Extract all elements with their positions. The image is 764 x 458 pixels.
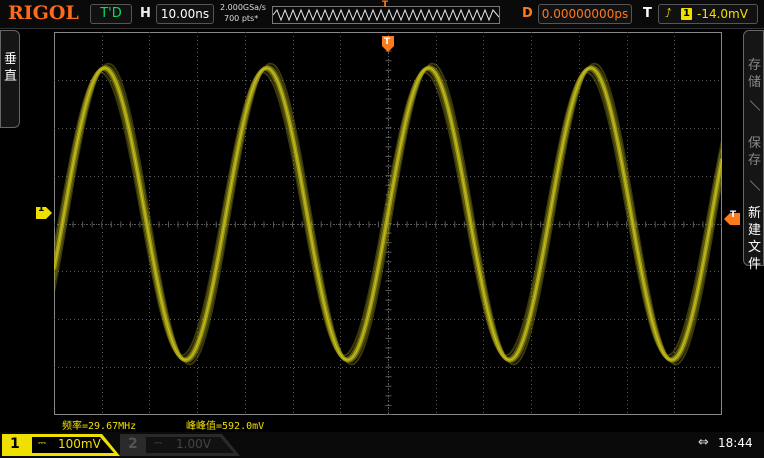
frequency-measurement: 频率=29.67MHz	[62, 421, 137, 432]
dc-coupling-icon: ⎓	[154, 438, 162, 449]
waveform-grid-svg	[52, 31, 724, 416]
softkey-menu: 存储 保存 新建文件	[743, 30, 764, 272]
rigol-logo: RIGOL	[8, 2, 79, 24]
usb-icon: ⇔	[698, 435, 709, 450]
horizontal-label: H	[140, 6, 151, 21]
run-state-indicator[interactable]: T'D	[90, 4, 132, 24]
channel1-offset-marker[interactable]: 1	[36, 204, 52, 219]
channel2-scale: 1.00V	[176, 437, 211, 451]
softkey-new-file[interactable]: 新建文件	[747, 205, 762, 273]
trigger-right-label: T	[730, 210, 737, 220]
trigger-source-badge: 1	[681, 8, 692, 20]
rising-edge-icon: ⭜	[665, 6, 672, 20]
channel2-tab[interactable]: 2 ⎓ 1.00V	[120, 434, 240, 456]
softkey-divider	[749, 180, 761, 191]
channel1-marker-label: 1	[38, 204, 45, 214]
overview-trigger-marker: T	[382, 0, 389, 10]
channel2-number: 2	[128, 436, 138, 452]
channel1-tab[interactable]: 1 ⎓ 100mV	[2, 434, 120, 456]
sample-rate: 2.000GSa/s	[220, 3, 266, 12]
channel1-number: 1	[10, 436, 20, 452]
status-bar: RIGOL T'D H 10.00ns 2.000GSa/s 700 pts* …	[0, 0, 764, 29]
vertical-menu-label: 垂直	[3, 52, 17, 84]
clock-time: 18:44	[718, 436, 753, 450]
vertical-menu-tab[interactable]: 垂直	[0, 30, 20, 128]
peak-to-peak-measurement: 峰峰值=592.0mV	[186, 421, 265, 432]
run-state-label: T'D	[100, 6, 122, 21]
trigger-level-value: -14.0mV	[697, 7, 748, 21]
softkey-storage[interactable]: 存储	[747, 57, 762, 91]
delay-value: 0.00000000ps	[541, 7, 629, 21]
timebase-display[interactable]: 10.00ns	[156, 4, 214, 24]
channel-bar: 1 ⎓ 100mV 2 ⎓ 1.00V ⇔ 18:44	[0, 432, 764, 458]
trigger-label: T	[643, 6, 652, 21]
softkey-divider	[749, 100, 761, 111]
trigger-top-label: T	[384, 37, 391, 47]
memory-depth: 700 pts*	[224, 14, 259, 23]
channel1-scale: 100mV	[58, 437, 101, 451]
waveform-display[interactable]	[52, 31, 724, 416]
delay-display[interactable]: 0.00000000ps	[538, 4, 632, 24]
dc-coupling-icon: ⎓	[38, 438, 46, 449]
softkey-save[interactable]: 保存	[747, 135, 762, 169]
delay-label: D	[522, 6, 533, 21]
timebase-value: 10.00ns	[160, 7, 210, 21]
trigger-display[interactable]: ⭜ 1 -14.0mV	[658, 4, 758, 24]
trigger-position-marker[interactable]: T	[382, 36, 394, 52]
trigger-level-marker[interactable]: T	[724, 210, 740, 225]
